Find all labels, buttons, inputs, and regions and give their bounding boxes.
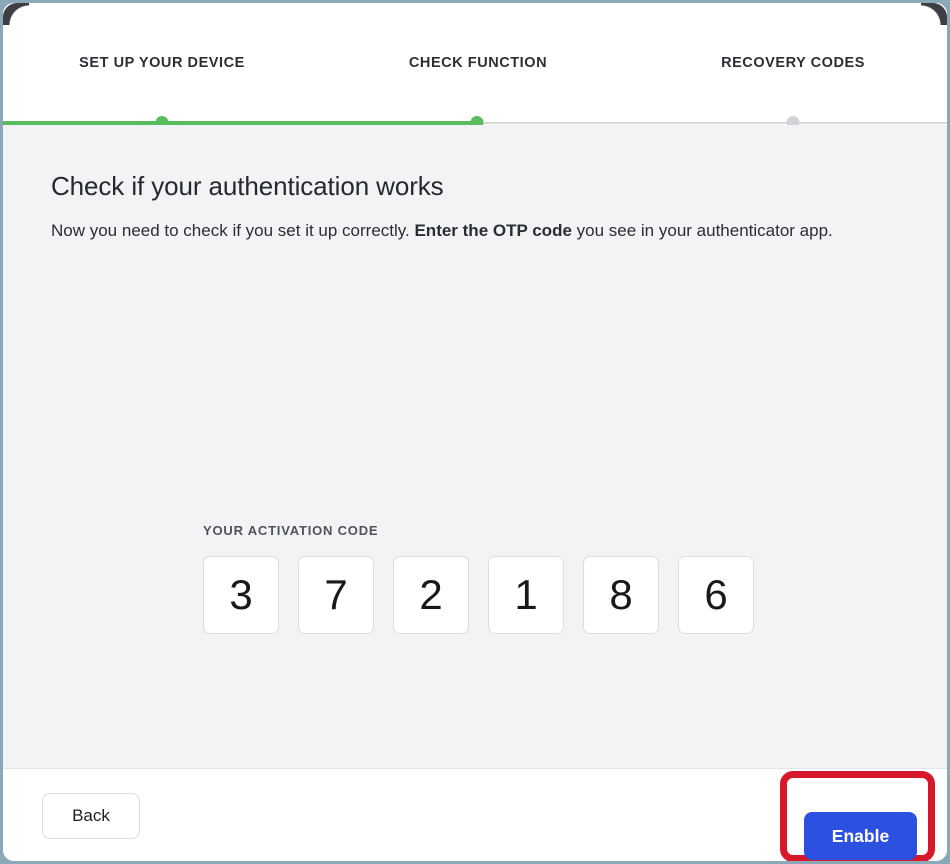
otp-digit-3[interactable]: 2: [393, 556, 469, 634]
enable-button[interactable]: Enable: [804, 812, 917, 860]
page-description-emphasis: Enter the OTP code: [414, 221, 572, 240]
step-label-set-up-your-device: SET UP YOUR DEVICE: [79, 55, 245, 71]
otp-digit-1[interactable]: 3: [203, 556, 279, 634]
back-button[interactable]: Back: [42, 793, 140, 839]
page-title: Check if your authentication works: [51, 171, 444, 201]
step-label-recovery-codes: RECOVERY CODES: [721, 55, 865, 71]
wizard-window: SET UP YOUR DEVICE CHECK FUNCTION RECOVE…: [0, 0, 950, 864]
otp-section: YOUR ACTIVATION CODE 3 7 2 1 8 6: [203, 523, 754, 634]
otp-digit-5[interactable]: 8: [583, 556, 659, 634]
enable-button-wrapper: Enable: [798, 789, 917, 860]
page-description-part2: you see in your authenticator app.: [571, 221, 833, 240]
wizard-stepper: SET UP YOUR DEVICE CHECK FUNCTION RECOVE…: [3, 3, 947, 129]
otp-field-label: YOUR ACTIVATION CODE: [203, 523, 379, 538]
step-label-check-function: CHECK FUNCTION: [408, 55, 548, 71]
otp-input-group: 3 7 2 1 8 6: [203, 556, 754, 634]
otp-digit-6[interactable]: 6: [678, 556, 754, 634]
page-description-part1: Now you need to check if you set it up c…: [51, 221, 415, 240]
page-description: Now you need to check if you set it up c…: [51, 218, 881, 244]
otp-digit-4[interactable]: 1: [488, 556, 564, 634]
otp-digit-2[interactable]: 7: [298, 556, 374, 634]
wizard-body: Check if your authentication works Now y…: [3, 125, 947, 768]
